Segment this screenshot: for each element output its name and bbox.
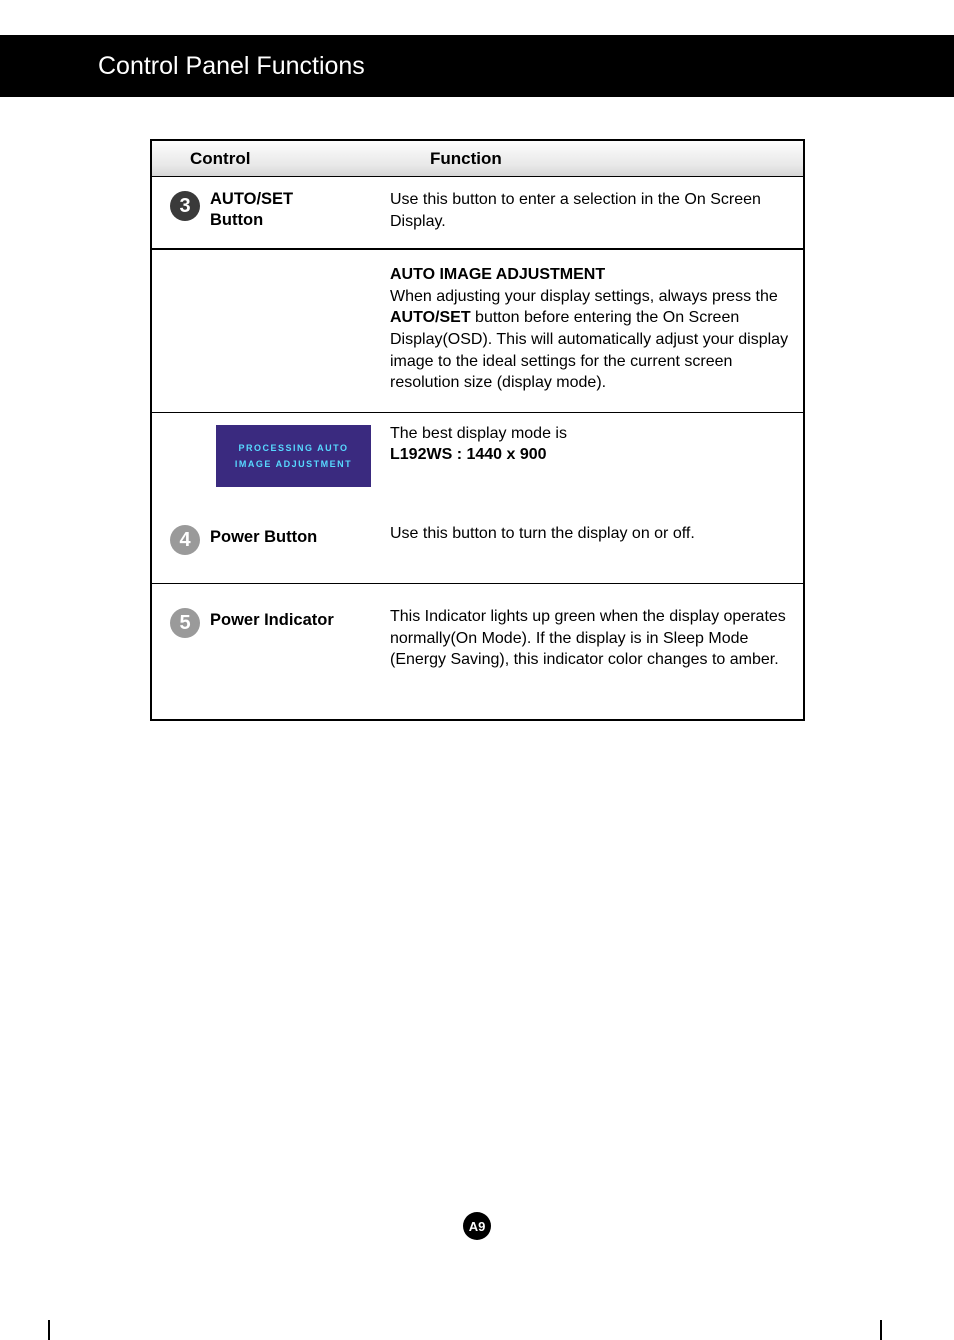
control-cell: 3 AUTO/SET Button <box>152 177 382 248</box>
function-cell: AUTO IMAGE ADJUSTMENT When adjusting you… <box>382 250 803 412</box>
control-name: AUTO/SET Button <box>210 189 293 230</box>
column-header-function: Function <box>382 149 803 169</box>
control-cell: 4 Power Button <box>152 499 382 583</box>
table-header: Control Function <box>152 141 803 177</box>
control-name: Power Button <box>210 527 317 548</box>
table-subrow: AUTO IMAGE ADJUSTMENT When adjusting you… <box>152 249 803 413</box>
page-number: A9 <box>469 1219 486 1234</box>
subsection-title: AUTO IMAGE ADJUSTMENT <box>390 264 789 286</box>
column-header-control: Control <box>152 149 382 169</box>
mode-value: L192WS : 1440 x 900 <box>390 444 789 466</box>
step-badge-icon: 5 <box>170 608 200 638</box>
step-badge-icon: 4 <box>170 525 200 555</box>
table-row-group: 3 AUTO/SET Button Use this button to ent… <box>152 177 803 499</box>
control-cell-empty <box>152 250 382 412</box>
body-a: When adjusting your display settings, al… <box>390 288 778 305</box>
control-name-line2: Button <box>210 211 263 229</box>
table-row: 5 Power Indicator This Indicator lights … <box>152 584 803 719</box>
function-text: This Indicator lights up green when the … <box>390 608 786 668</box>
osd-preview-cell: PROCESSING AUTO IMAGE ADJUSTMENT <box>152 413 382 499</box>
subsection-body: When adjusting your display settings, al… <box>390 286 789 394</box>
function-cell: This Indicator lights up green when the … <box>382 584 803 719</box>
table-subrow: PROCESSING AUTO IMAGE ADJUSTMENT The bes… <box>152 413 803 499</box>
table-row: 3 AUTO/SET Button Use this button to ent… <box>152 177 803 249</box>
osd-line1: PROCESSING AUTO <box>227 440 360 456</box>
osd-line2: IMAGE ADJUSTMENT <box>227 456 360 472</box>
osd-preview-box: PROCESSING AUTO IMAGE ADJUSTMENT <box>216 425 371 487</box>
function-cell: The best display mode is L192WS : 1440 x… <box>382 413 803 499</box>
function-cell: Use this button to enter a selection in … <box>382 177 803 248</box>
function-cell: Use this button to turn the display on o… <box>382 499 803 583</box>
function-text: Use this button to turn the display on o… <box>390 525 695 542</box>
crop-mark <box>48 1320 50 1340</box>
page-number-badge: A9 <box>463 1212 491 1240</box>
mode-intro: The best display mode is <box>390 423 789 445</box>
functions-table: Control Function 3 AUTO/SET Button Use t… <box>150 139 805 721</box>
control-name-line1: AUTO/SET <box>210 190 293 208</box>
crop-mark <box>48 35 50 55</box>
body-bold: AUTO/SET <box>390 309 471 326</box>
crop-mark <box>880 35 882 55</box>
step-badge-icon: 3 <box>170 191 200 221</box>
table-row: 4 Power Button Use this button to turn t… <box>152 499 803 584</box>
page-title-bar: Control Panel Functions <box>0 35 954 97</box>
crop-mark <box>880 1320 882 1340</box>
control-name: Power Indicator <box>210 610 334 631</box>
function-text: Use this button to enter a selection in … <box>390 191 761 230</box>
control-cell: 5 Power Indicator <box>152 584 382 719</box>
page-title: Control Panel Functions <box>98 52 365 81</box>
